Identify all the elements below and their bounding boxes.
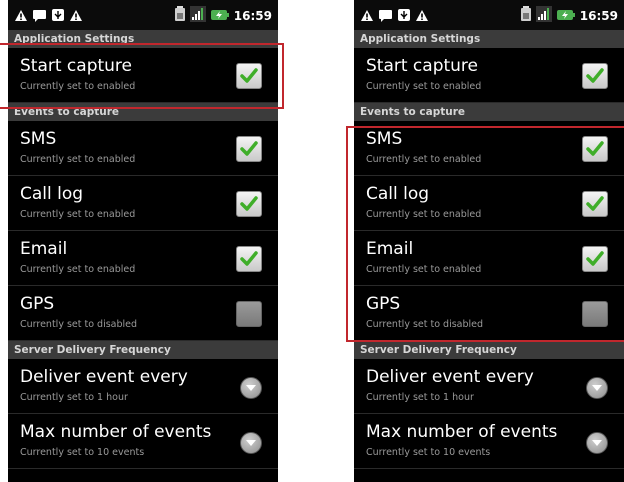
checkbox-checked[interactable] <box>582 63 608 89</box>
checkbox-checked[interactable] <box>236 246 262 272</box>
setting-gps[interactable]: GPS Currently set to disabled <box>8 286 278 341</box>
checkbox-unchecked[interactable] <box>236 301 262 327</box>
charging-icon <box>210 7 230 26</box>
setting-subtitle: Currently set to enabled <box>366 81 482 92</box>
battery-icon <box>520 6 532 26</box>
dropdown-icon[interactable] <box>586 432 608 454</box>
status-bar: 16:59 <box>8 0 278 30</box>
setting-title: Deliver event every <box>20 367 188 387</box>
checkbox-checked[interactable] <box>236 191 262 217</box>
setting-title: GPS <box>20 294 55 314</box>
section-header-events: Events to capture <box>354 103 624 121</box>
section-header-application: Application Settings <box>354 30 624 48</box>
warning-icon <box>14 7 28 26</box>
check-icon <box>240 196 258 211</box>
setting-title: SMS <box>20 129 57 149</box>
usb-icon <box>51 7 65 26</box>
message-icon <box>32 7 47 26</box>
setting-call-log[interactable]: Call log Currently set to enabled <box>8 176 278 231</box>
warning-icon <box>69 7 83 26</box>
charging-icon <box>556 7 576 26</box>
warning-icon <box>415 7 429 26</box>
setting-email[interactable]: Email Currently set to enabled <box>8 231 278 286</box>
status-bar: 16:59 <box>354 0 624 30</box>
setting-subtitle: Currently set to 10 events <box>20 447 145 458</box>
setting-subtitle: Currently set to enabled <box>20 209 136 220</box>
setting-max-events[interactable]: Max number of events Currently set to 10… <box>8 414 278 469</box>
setting-title: Call log <box>20 184 84 204</box>
battery-icon <box>174 6 186 26</box>
signal-icon <box>535 6 552 26</box>
section-header-server: Server Delivery Frequency <box>8 341 278 359</box>
usb-icon <box>397 7 411 26</box>
checkbox-checked[interactable] <box>236 136 262 162</box>
setting-title: Deliver event every <box>366 367 534 387</box>
dropdown-icon[interactable] <box>240 377 262 399</box>
setting-title: Max number of events <box>20 422 212 442</box>
setting-deliver-event[interactable]: Deliver event every Currently set to 1 h… <box>8 359 278 414</box>
status-time: 16:59 <box>233 9 272 23</box>
setting-subtitle: Currently set to 1 hour <box>20 392 128 403</box>
section-header-server: Server Delivery Frequency <box>354 341 624 359</box>
dropdown-icon[interactable] <box>586 377 608 399</box>
setting-start-capture[interactable]: Start capture Currently set to enabled <box>354 48 624 103</box>
signal-icon <box>189 6 206 26</box>
warning-icon <box>360 7 374 26</box>
highlight-box-start-capture <box>0 43 284 109</box>
dropdown-icon[interactable] <box>240 432 262 454</box>
setting-subtitle: Currently set to 1 hour <box>366 392 474 403</box>
message-icon <box>378 7 393 26</box>
setting-subtitle: Currently set to enabled <box>20 154 136 165</box>
check-icon <box>586 68 604 83</box>
setting-title: Email <box>20 239 68 259</box>
check-icon <box>240 251 258 266</box>
setting-max-events[interactable]: Max number of events Currently set to 10… <box>354 414 624 469</box>
setting-deliver-event[interactable]: Deliver event every Currently set to 1 h… <box>354 359 624 414</box>
setting-subtitle: Currently set to enabled <box>20 264 136 275</box>
setting-sms[interactable]: SMS Currently set to enabled <box>8 121 278 176</box>
check-icon <box>240 141 258 156</box>
setting-title: Max number of events <box>366 422 558 442</box>
setting-subtitle: Currently set to 10 events <box>366 447 491 458</box>
setting-subtitle: Currently set to disabled <box>20 319 138 330</box>
status-time: 16:59 <box>579 9 618 23</box>
highlight-box-events <box>346 126 624 342</box>
setting-title: Start capture <box>366 56 479 76</box>
